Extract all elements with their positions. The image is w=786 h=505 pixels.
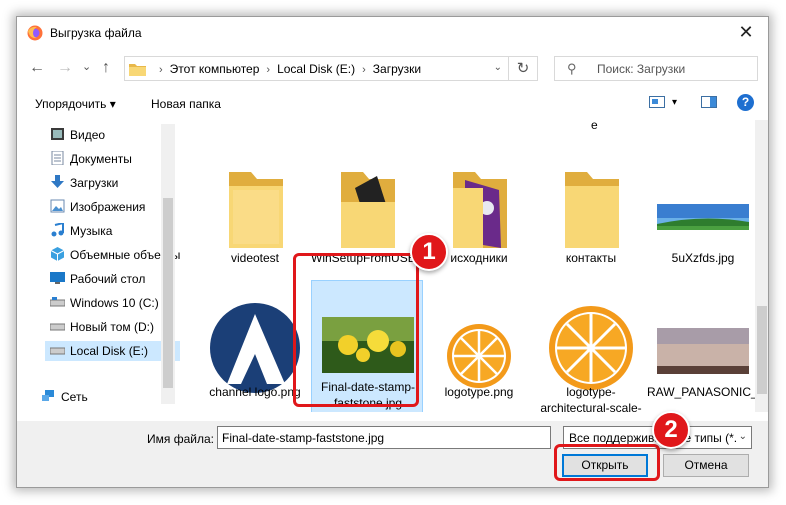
view-options-dropdown[interactable]: ▾	[672, 97, 677, 108]
music-icon	[51, 223, 64, 237]
file-name: logotype.png	[444, 385, 514, 399]
file-item-logotype[interactable]: logotype.png	[423, 280, 535, 412]
video-icon	[51, 128, 64, 140]
sidebar-item-label: Загрузки	[70, 176, 119, 190]
new-folder-button[interactable]: Новая папка	[151, 97, 221, 111]
file-list: e videotest WinSetupFromUSB_1-9	[179, 120, 755, 412]
folder-images-icon	[453, 172, 507, 248]
file-item-5uxzfds[interactable]: 5uXzfds.jpg	[647, 132, 755, 282]
refresh-button[interactable]: ↻	[508, 56, 538, 81]
close-button[interactable]: ✕	[724, 17, 768, 48]
chevron-down-icon: ⌄	[82, 61, 92, 73]
highlight-open-button	[554, 444, 660, 481]
change-view-icon[interactable]	[649, 95, 665, 109]
file-name-field[interactable]: Final-date-stamp-faststone.jpg ⌄	[217, 426, 551, 449]
back-arrow-icon: ←	[29, 59, 45, 76]
drive-icon	[50, 297, 65, 307]
firefox-icon	[27, 25, 43, 41]
sidebar-item-label: Local Disk (E:)	[70, 344, 149, 358]
drive-icon	[50, 323, 65, 331]
sidebar-item-label: Документы	[70, 152, 132, 166]
chevron-right-icon: ›	[266, 64, 271, 76]
file-list-scrollbar[interactable]	[755, 120, 768, 412]
sidebar-item-label: Windows 10 (C:)	[70, 296, 159, 310]
sidebar-item-label: Изображения	[70, 200, 146, 214]
sidebar-item-label: Новый том (D:)	[70, 320, 154, 334]
navigation-bar: ← → ⌄ ↑ › Этот компьютер › Local Disk (E:) ›…	[17, 50, 768, 86]
address-bar[interactable]: › Этот компьютер › Local Disk (E:) › Загрузки…	[124, 56, 509, 81]
breadcrumb-local-disk[interactable]: Local Disk (E:)	[277, 62, 355, 76]
file-name: logotype-architectural-scale-6_00x-gigap…	[540, 385, 642, 412]
search-placeholder: Поиск: Загрузки	[597, 62, 686, 76]
sidebar-item-label: Видео	[70, 128, 106, 142]
breadcrumb-downloads[interactable]: Загрузки	[373, 62, 421, 76]
chevron-down-icon: ⌄	[736, 431, 747, 442]
desktop-icon	[50, 272, 65, 284]
downloads-icon	[51, 175, 64, 188]
step-badge-2: 2	[652, 411, 690, 449]
documents-icon	[51, 151, 64, 165]
address-dropdown-icon[interactable]: ⌄	[494, 62, 502, 73]
window-title: Выгрузка файла	[50, 26, 142, 40]
folder-icon	[129, 64, 146, 76]
drive-icon	[50, 347, 65, 355]
file-name-label: Имя файла:	[147, 432, 214, 446]
pictures-icon	[50, 199, 65, 213]
chevron-right-icon: ›	[159, 64, 163, 76]
folder-usb-icon	[341, 172, 395, 248]
landscape-thumbnail	[657, 204, 749, 230]
navigation-pane: Видео Документы Загрузки Изображения Муз…	[17, 120, 180, 404]
sidebar-item-label: Музыка	[70, 224, 113, 238]
file-name: контакты	[565, 251, 617, 265]
sidebar-item-label: Сеть	[61, 390, 88, 404]
breadcrumb-this-pc[interactable]: Этот компьютер	[170, 62, 260, 76]
network-icon	[42, 390, 54, 401]
step-badge-1: 1	[410, 233, 448, 271]
navigation-pane-scrollbar[interactable]	[161, 124, 175, 404]
file-name: 5uXzfds.jpg	[671, 251, 735, 265]
help-icon[interactable]: ?	[737, 94, 754, 111]
up-button[interactable]: ↑	[102, 59, 110, 77]
forward-button[interactable]: →	[57, 59, 73, 77]
scrollbar-thumb[interactable]	[757, 306, 767, 394]
chevron-right-icon: ›	[362, 64, 366, 76]
file-name: RAW_PANASONIC_FZ8.jpg	[647, 385, 755, 399]
scrollbar-thumb[interactable]	[163, 198, 173, 388]
organize-button[interactable]: Упорядочить ▾	[35, 97, 116, 111]
partial-item-label: e	[591, 120, 598, 132]
command-bar: Упорядочить ▾ Новая папка ▾ ?	[17, 89, 768, 119]
sidebar-item-drive-e[interactable]: Local Disk (E:)	[45, 341, 180, 361]
sidebar-item-network[interactable]: Сеть	[41, 387, 171, 407]
3d-objects-icon	[50, 247, 65, 261]
breadcrumb: › Этот компьютер › Local Disk (E:) › Загрузки	[152, 62, 421, 76]
search-icon: ⚲	[567, 61, 577, 76]
cancel-button[interactable]: Отмена	[663, 454, 749, 477]
highlight-selected-file	[293, 253, 419, 407]
file-item-raw-panasonic[interactable]: RAW_PANASONIC_FZ8.jpg	[647, 280, 755, 412]
folder-icon	[229, 172, 283, 248]
forward-arrow-icon: →	[57, 59, 73, 76]
search-input[interactable]: ⚲ Поиск: Загрузки	[554, 56, 758, 81]
close-icon: ✕	[738, 22, 754, 42]
file-item-kontakty[interactable]: контакты	[535, 132, 647, 282]
title-bar: Выгрузка файла ✕	[17, 17, 768, 49]
back-button[interactable]: ←	[29, 59, 45, 77]
recent-locations-button[interactable]: ⌄	[82, 60, 91, 73]
preview-pane-icon[interactable]	[701, 95, 717, 109]
folder-icon	[565, 172, 619, 248]
refresh-icon: ↻	[516, 60, 530, 77]
up-arrow-icon: ↑	[102, 59, 110, 76]
sidebar-item-label: Рабочий стол	[70, 272, 146, 286]
file-item-logotype-architectural[interactable]: logotype-architectural-scale-6_00x-gigap…	[535, 280, 647, 412]
chevron-down-icon[interactable]: ⌄	[222, 431, 545, 442]
